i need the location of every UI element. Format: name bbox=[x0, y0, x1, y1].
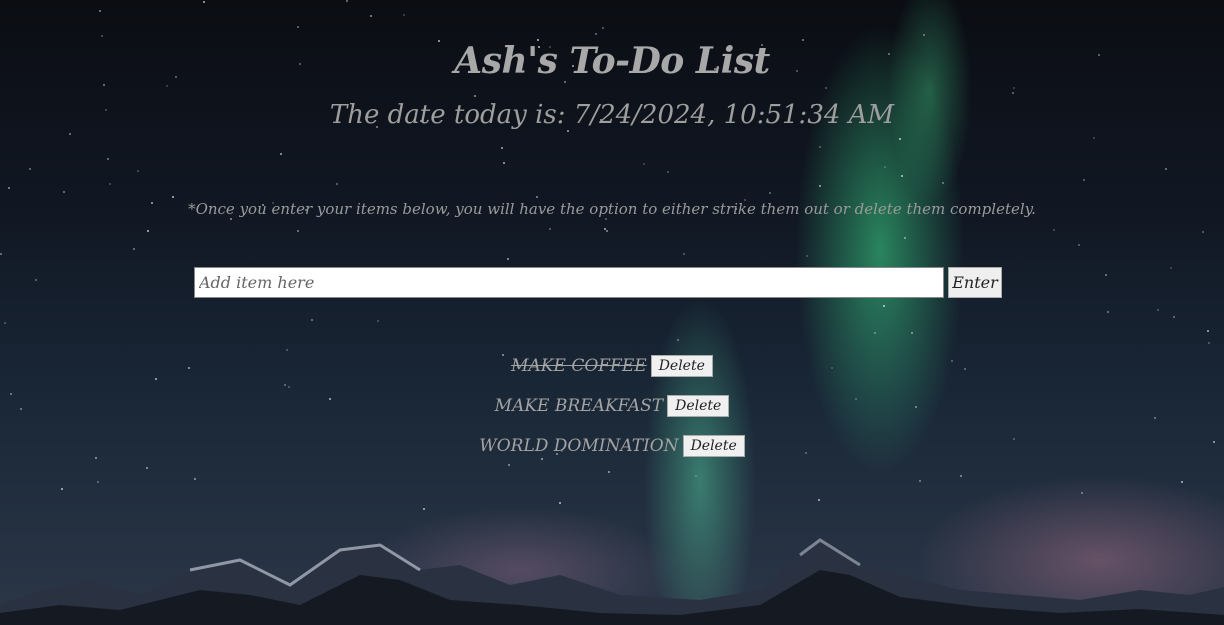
todo-app: Ash's To-Do List The date today is: 7/24… bbox=[0, 0, 1224, 625]
instructions-note: *Once you enter your items below, you wi… bbox=[188, 200, 1036, 218]
todo-item-text[interactable]: MAKE COFFEE bbox=[511, 356, 647, 376]
todo-item[interactable]: MAKE COFFEE Delete bbox=[0, 346, 1224, 386]
add-item-input[interactable] bbox=[194, 267, 944, 298]
todo-item-text[interactable]: WORLD DOMINATION bbox=[479, 436, 678, 456]
delete-button[interactable]: Delete bbox=[682, 435, 745, 457]
page-title: Ash's To-Do List bbox=[454, 40, 770, 82]
delete-button[interactable]: Delete bbox=[667, 395, 730, 417]
todo-list: MAKE COFFEE Delete MAKE BREAKFAST Delete… bbox=[0, 346, 1224, 466]
enter-button[interactable]: Enter bbox=[948, 267, 1002, 298]
delete-button[interactable]: Delete bbox=[650, 355, 713, 377]
todo-item[interactable]: MAKE BREAKFAST Delete bbox=[0, 386, 1224, 426]
todo-item[interactable]: WORLD DOMINATION Delete bbox=[0, 426, 1224, 466]
add-item-form: Enter bbox=[194, 267, 1002, 298]
current-date: The date today is: 7/24/2024, 10:51:34 A… bbox=[329, 100, 895, 130]
todo-item-text[interactable]: MAKE BREAKFAST bbox=[495, 396, 663, 416]
